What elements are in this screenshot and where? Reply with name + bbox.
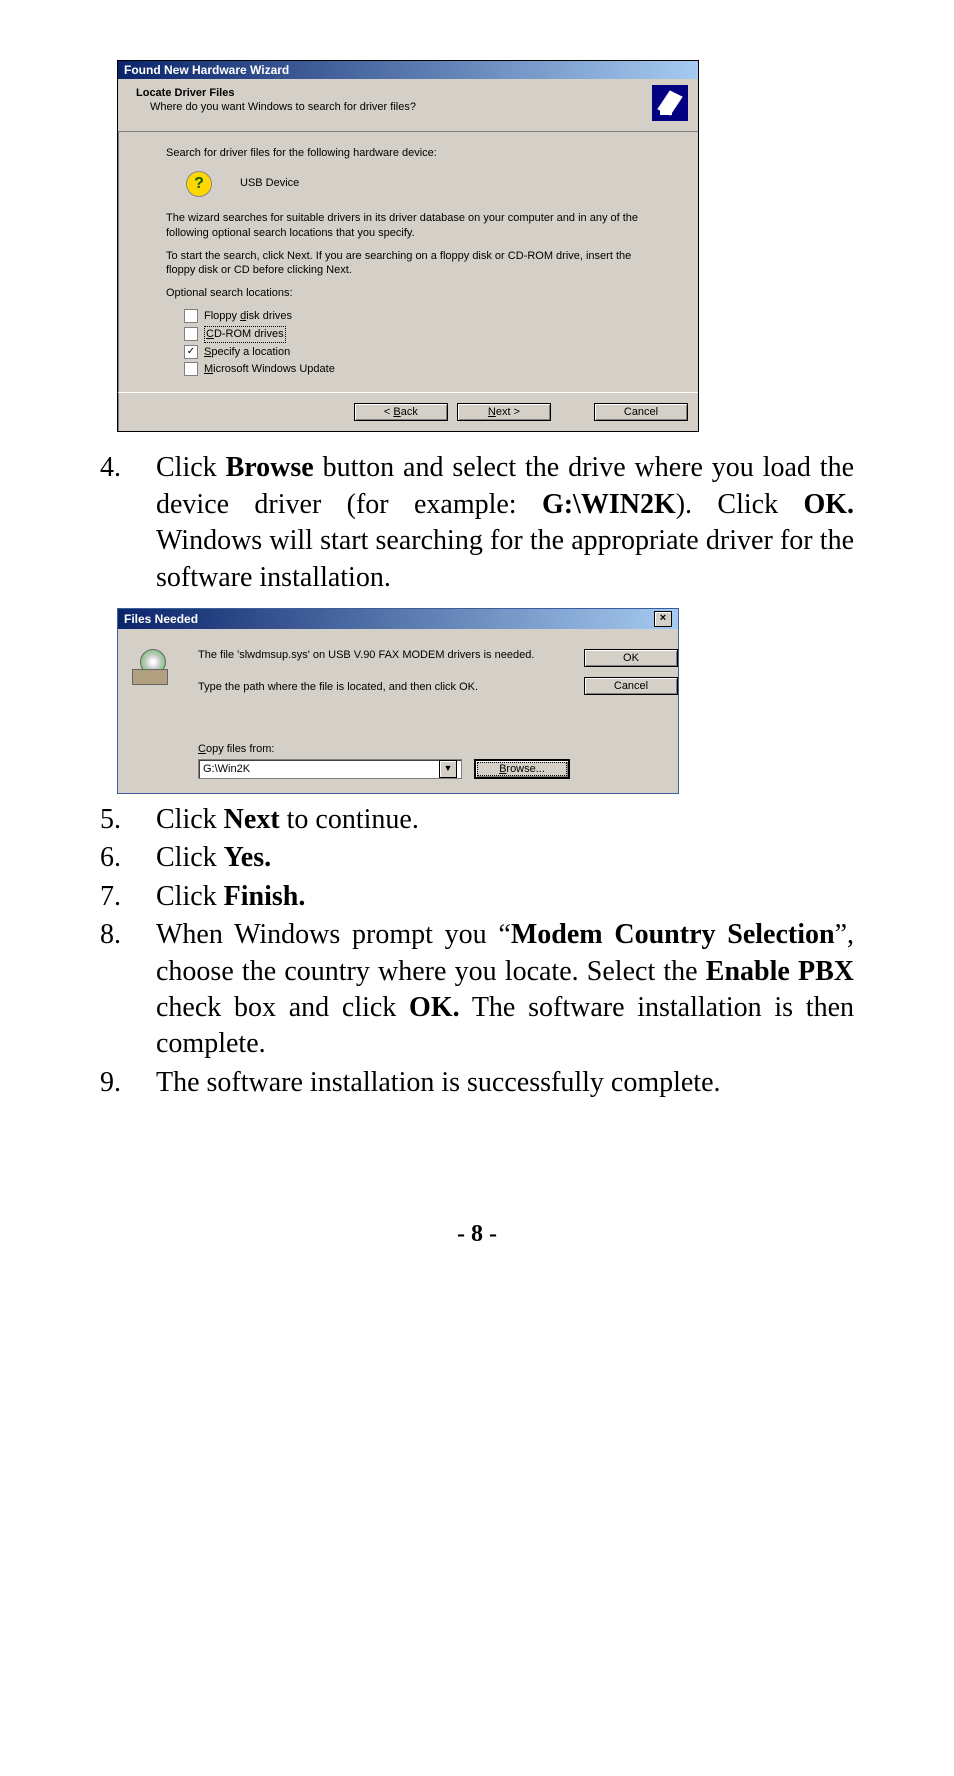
checkbox-label: CD-ROM drives bbox=[204, 326, 286, 343]
disk-icon bbox=[132, 649, 168, 685]
files-title: Files Needed bbox=[124, 612, 198, 626]
cancel-button[interactable]: Cancel bbox=[594, 403, 688, 421]
instruction-step-4: 4. Click Browse button and select the dr… bbox=[100, 450, 854, 596]
back-button[interactable]: < Back bbox=[354, 403, 448, 421]
files-needed-dialog: Files Needed × The file 'slwdmsup.sys' o… bbox=[117, 608, 679, 794]
instruction-step-6: 6. Click Yes. bbox=[100, 840, 854, 876]
checkbox-icon[interactable] bbox=[184, 327, 198, 341]
instruction-step-8: 8. When Windows prompt you “Modem Countr… bbox=[100, 917, 854, 1063]
checkbox-windows-update[interactable]: Microsoft Windows Update bbox=[184, 362, 650, 377]
close-icon[interactable]: × bbox=[654, 611, 672, 627]
type-path-label: Type the path where the file is located,… bbox=[198, 681, 570, 693]
path-value: G:\Win2K bbox=[203, 763, 250, 775]
checkbox-label: Floppy disk drives bbox=[204, 309, 292, 324]
wizard-header-title: Locate Driver Files bbox=[136, 87, 686, 99]
checkbox-icon[interactable] bbox=[184, 362, 198, 376]
wizard-para-2: To start the search, click Next. If you … bbox=[166, 249, 650, 279]
wizard-footer: < Back Next > Cancel bbox=[118, 392, 698, 431]
question-mark-icon: ? bbox=[186, 171, 212, 197]
cancel-button[interactable]: Cancel bbox=[584, 677, 678, 695]
wizard-header: Locate Driver Files Where do you want Wi… bbox=[118, 79, 698, 132]
files-needed-message: The file 'slwdmsup.sys' on USB V.90 FAX … bbox=[198, 649, 570, 661]
wizard-header-subtitle: Where do you want Windows to search for … bbox=[136, 101, 686, 113]
copy-files-from-label: Copy files from: bbox=[198, 743, 570, 755]
instruction-step-7: 7. Click Finish. bbox=[100, 879, 854, 915]
page-number: - 8 - bbox=[100, 1221, 854, 1248]
checkbox-specify-location[interactable]: Specify a location bbox=[184, 345, 650, 360]
device-name: USB Device bbox=[240, 176, 299, 191]
browse-button[interactable]: Browse... bbox=[474, 759, 570, 779]
instruction-step-5: 5. Click Next to continue. bbox=[100, 802, 854, 838]
search-intro-text: Search for driver files for the followin… bbox=[166, 146, 650, 161]
checkbox-cdrom[interactable]: CD-ROM drives bbox=[184, 326, 650, 343]
checkbox-label: Specify a location bbox=[204, 345, 290, 360]
ok-button[interactable]: OK bbox=[584, 649, 678, 667]
wizard-para-1: The wizard searches for suitable drivers… bbox=[166, 211, 650, 241]
next-button[interactable]: Next > bbox=[457, 403, 551, 421]
hardware-wizard-window: Found New Hardware Wizard Locate Driver … bbox=[117, 60, 699, 432]
wizard-body: Search for driver files for the followin… bbox=[118, 132, 698, 392]
hardware-icon bbox=[652, 85, 688, 121]
path-input[interactable]: G:\Win2K ▼ bbox=[198, 759, 462, 779]
instruction-step-9: 9. The software installation is successf… bbox=[100, 1065, 854, 1101]
checkbox-icon[interactable] bbox=[184, 345, 198, 359]
wizard-titlebar: Found New Hardware Wizard bbox=[118, 61, 698, 79]
files-titlebar: Files Needed × bbox=[118, 609, 678, 629]
checkbox-floppy[interactable]: Floppy disk drives bbox=[184, 309, 650, 324]
checkbox-icon[interactable] bbox=[184, 309, 198, 323]
chevron-down-icon[interactable]: ▼ bbox=[439, 760, 457, 778]
checkbox-label: Microsoft Windows Update bbox=[204, 362, 335, 377]
optional-locations-label: Optional search locations: bbox=[166, 286, 650, 301]
